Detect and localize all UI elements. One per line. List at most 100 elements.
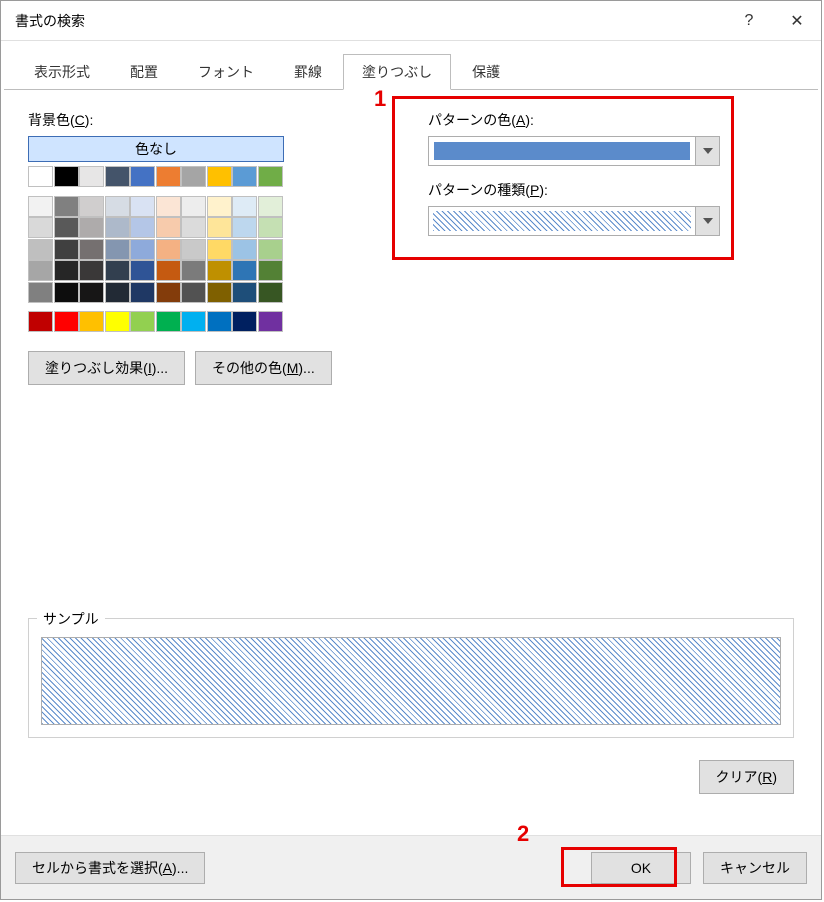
- sample-preview: [41, 637, 781, 725]
- color-swatch[interactable]: [28, 282, 53, 303]
- color-swatch[interactable]: [105, 311, 130, 332]
- color-swatch[interactable]: [130, 166, 155, 187]
- hatch-icon: [433, 211, 691, 231]
- color-swatch[interactable]: [232, 196, 257, 217]
- color-swatch[interactable]: [258, 311, 283, 332]
- color-swatch[interactable]: [28, 239, 53, 260]
- tab-alignment[interactable]: 配置: [111, 54, 177, 90]
- color-swatch[interactable]: [232, 311, 257, 332]
- color-swatch[interactable]: [207, 196, 232, 217]
- color-swatch[interactable]: [130, 260, 155, 281]
- color-swatch[interactable]: [181, 282, 206, 303]
- color-swatch[interactable]: [54, 166, 79, 187]
- color-swatch[interactable]: [105, 217, 130, 238]
- sample-group: サンプル: [28, 610, 794, 738]
- color-swatch[interactable]: [156, 196, 181, 217]
- color-swatch[interactable]: [130, 239, 155, 260]
- color-swatch[interactable]: [105, 166, 130, 187]
- color-swatch[interactable]: [79, 196, 104, 217]
- help-icon: ?: [745, 12, 754, 30]
- color-swatch[interactable]: [232, 260, 257, 281]
- color-swatch[interactable]: [207, 166, 232, 187]
- color-swatch[interactable]: [232, 282, 257, 303]
- close-button[interactable]: ✕: [773, 1, 821, 41]
- color-swatch[interactable]: [207, 217, 232, 238]
- hatch-icon: [42, 638, 780, 724]
- color-swatch[interactable]: [54, 260, 79, 281]
- color-swatch[interactable]: [54, 217, 79, 238]
- color-swatch[interactable]: [181, 239, 206, 260]
- cancel-button[interactable]: キャンセル: [703, 852, 807, 884]
- titlebar: 書式の検索 ? ✕: [1, 1, 821, 41]
- color-swatch[interactable]: [207, 311, 232, 332]
- help-button[interactable]: ?: [725, 1, 773, 41]
- color-swatch[interactable]: [79, 166, 104, 187]
- color-swatch[interactable]: [54, 239, 79, 260]
- color-swatch[interactable]: [130, 282, 155, 303]
- tab-border[interactable]: 罫線: [275, 54, 341, 90]
- no-color-button[interactable]: 色なし: [28, 136, 284, 162]
- color-swatch[interactable]: [105, 239, 130, 260]
- color-swatch[interactable]: [130, 196, 155, 217]
- color-swatch[interactable]: [54, 311, 79, 332]
- color-swatch[interactable]: [181, 196, 206, 217]
- color-swatch[interactable]: [258, 260, 283, 281]
- window-title: 書式の検索: [15, 11, 725, 31]
- pattern-type-swatch: [429, 207, 695, 235]
- pattern-section: パターンの色(A): パターンの種類(P):: [428, 110, 794, 236]
- color-swatch[interactable]: [156, 311, 181, 332]
- color-swatch[interactable]: [258, 196, 283, 217]
- pattern-color-swatch: [429, 137, 695, 165]
- color-swatch[interactable]: [79, 217, 104, 238]
- color-swatch[interactable]: [207, 282, 232, 303]
- color-swatch[interactable]: [181, 260, 206, 281]
- more-colors-button[interactable]: その他の色(M)...: [195, 351, 332, 385]
- dialog-window: 書式の検索 ? ✕ 表示形式 配置 フォント 罫線 塗りつぶし 保護 背景色(C…: [0, 0, 822, 900]
- pattern-color-label: パターンの色(A):: [428, 110, 794, 130]
- color-swatch[interactable]: [156, 166, 181, 187]
- color-swatch[interactable]: [130, 311, 155, 332]
- from-cell-button[interactable]: セルから書式を選択(A)...: [15, 852, 205, 884]
- color-swatch[interactable]: [79, 282, 104, 303]
- color-swatch[interactable]: [156, 239, 181, 260]
- color-swatch[interactable]: [28, 260, 53, 281]
- color-swatch[interactable]: [181, 166, 206, 187]
- color-swatch[interactable]: [232, 166, 257, 187]
- color-swatch[interactable]: [258, 166, 283, 187]
- color-swatch[interactable]: [28, 196, 53, 217]
- color-swatch[interactable]: [130, 217, 155, 238]
- color-swatch[interactable]: [105, 260, 130, 281]
- pattern-type-combo[interactable]: [428, 206, 720, 236]
- color-swatch[interactable]: [28, 311, 53, 332]
- tab-fill[interactable]: 塗りつぶし: [343, 54, 451, 90]
- tab-display-format[interactable]: 表示形式: [15, 54, 109, 90]
- color-swatch[interactable]: [258, 282, 283, 303]
- color-swatch[interactable]: [232, 217, 257, 238]
- color-swatch[interactable]: [28, 217, 53, 238]
- pattern-color-combo[interactable]: [428, 136, 720, 166]
- tab-protection[interactable]: 保護: [453, 54, 519, 90]
- color-swatch[interactable]: [258, 217, 283, 238]
- color-swatch[interactable]: [232, 239, 257, 260]
- color-swatch[interactable]: [79, 239, 104, 260]
- color-swatch[interactable]: [54, 196, 79, 217]
- color-swatch[interactable]: [156, 260, 181, 281]
- tab-font[interactable]: フォント: [179, 54, 273, 90]
- color-swatch[interactable]: [181, 217, 206, 238]
- clear-button[interactable]: クリア(R): [699, 760, 794, 794]
- color-swatch[interactable]: [207, 239, 232, 260]
- color-swatch[interactable]: [181, 311, 206, 332]
- color-swatch[interactable]: [54, 282, 79, 303]
- color-swatch[interactable]: [156, 282, 181, 303]
- color-swatch[interactable]: [207, 260, 232, 281]
- color-swatch[interactable]: [105, 196, 130, 217]
- ok-button[interactable]: OK: [591, 852, 691, 884]
- bgcolor-label: 背景色(C):: [28, 110, 368, 130]
- color-swatch[interactable]: [79, 260, 104, 281]
- color-swatch[interactable]: [28, 166, 53, 187]
- color-swatch[interactable]: [258, 239, 283, 260]
- color-swatch[interactable]: [105, 282, 130, 303]
- color-swatch[interactable]: [156, 217, 181, 238]
- color-swatch[interactable]: [79, 311, 104, 332]
- fill-effects-button[interactable]: 塗りつぶし効果(I)...: [28, 351, 185, 385]
